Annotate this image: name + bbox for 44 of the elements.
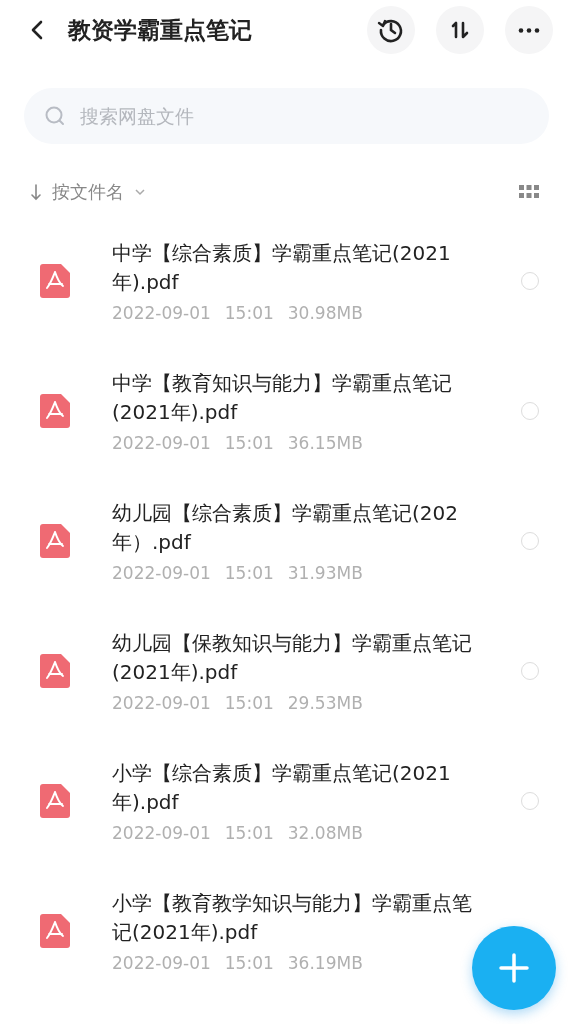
file-size: 30.98MB bbox=[287, 303, 363, 323]
file-time: 15:01 bbox=[224, 953, 274, 973]
file-name[interactable]: 中学【教育知识与能力】学霸重点笔记(2021年).pdf bbox=[112, 369, 482, 427]
file-name[interactable]: 小学【综合素质】学霸重点笔记(2021年).pdf bbox=[112, 759, 482, 817]
pdf-file-icon bbox=[40, 654, 70, 688]
back-icon[interactable] bbox=[30, 19, 44, 41]
down-arrow-icon bbox=[30, 183, 42, 201]
sort-button[interactable] bbox=[436, 6, 484, 54]
file-size: 29.53MB bbox=[287, 693, 363, 713]
file-date: 2022-09-01 bbox=[112, 433, 211, 453]
pdf-file-icon bbox=[40, 524, 70, 558]
file-date: 2022-09-01 bbox=[112, 563, 211, 583]
page-title: 教资学霸重点笔记 bbox=[68, 15, 252, 45]
search-icon bbox=[44, 105, 66, 127]
file-date: 2022-09-01 bbox=[112, 693, 211, 713]
file-date: 2022-09-01 bbox=[112, 953, 211, 973]
file-time: 15:01 bbox=[224, 693, 274, 713]
more-button[interactable] bbox=[505, 6, 553, 54]
file-size: 31.93MB bbox=[287, 563, 363, 583]
file-time: 15:01 bbox=[224, 823, 274, 843]
more-icon bbox=[518, 27, 540, 33]
pdf-file-icon bbox=[40, 914, 70, 948]
add-button[interactable] bbox=[472, 926, 556, 1010]
file-time: 15:01 bbox=[224, 303, 274, 323]
search-field[interactable]: 搜索网盘文件 bbox=[24, 88, 549, 144]
history-button[interactable] bbox=[367, 6, 415, 54]
file-name[interactable]: 幼儿园【综合素质】学霸重点笔记(202年）.pdf bbox=[112, 499, 482, 557]
file-date: 2022-09-01 bbox=[112, 303, 211, 323]
pdf-file-icon bbox=[40, 784, 70, 818]
file-name[interactable]: 中学【综合素质】学霸重点笔记(2021年).pdf bbox=[112, 239, 482, 297]
grid-view-icon[interactable] bbox=[519, 185, 539, 199]
plus-icon bbox=[497, 951, 531, 985]
pdf-file-icon bbox=[40, 264, 70, 298]
file-date: 2022-09-01 bbox=[112, 823, 211, 843]
file-size: 32.08MB bbox=[287, 823, 363, 843]
file-time: 15:01 bbox=[224, 563, 274, 583]
chevron-down-icon bbox=[134, 187, 146, 197]
sort-dropdown[interactable]: 按文件名 bbox=[30, 180, 146, 204]
file-time: 15:01 bbox=[224, 433, 274, 453]
file-name[interactable]: 小学【教育教学知识与能力】学霸重点笔记(2021年).pdf bbox=[112, 889, 482, 947]
file-size: 36.15MB bbox=[287, 433, 363, 453]
pdf-file-icon bbox=[40, 394, 70, 428]
file-size: 36.19MB bbox=[287, 953, 363, 973]
file-name[interactable]: 幼儿园【保教知识与能力】学霸重点笔记(2021年).pdf bbox=[112, 629, 482, 687]
